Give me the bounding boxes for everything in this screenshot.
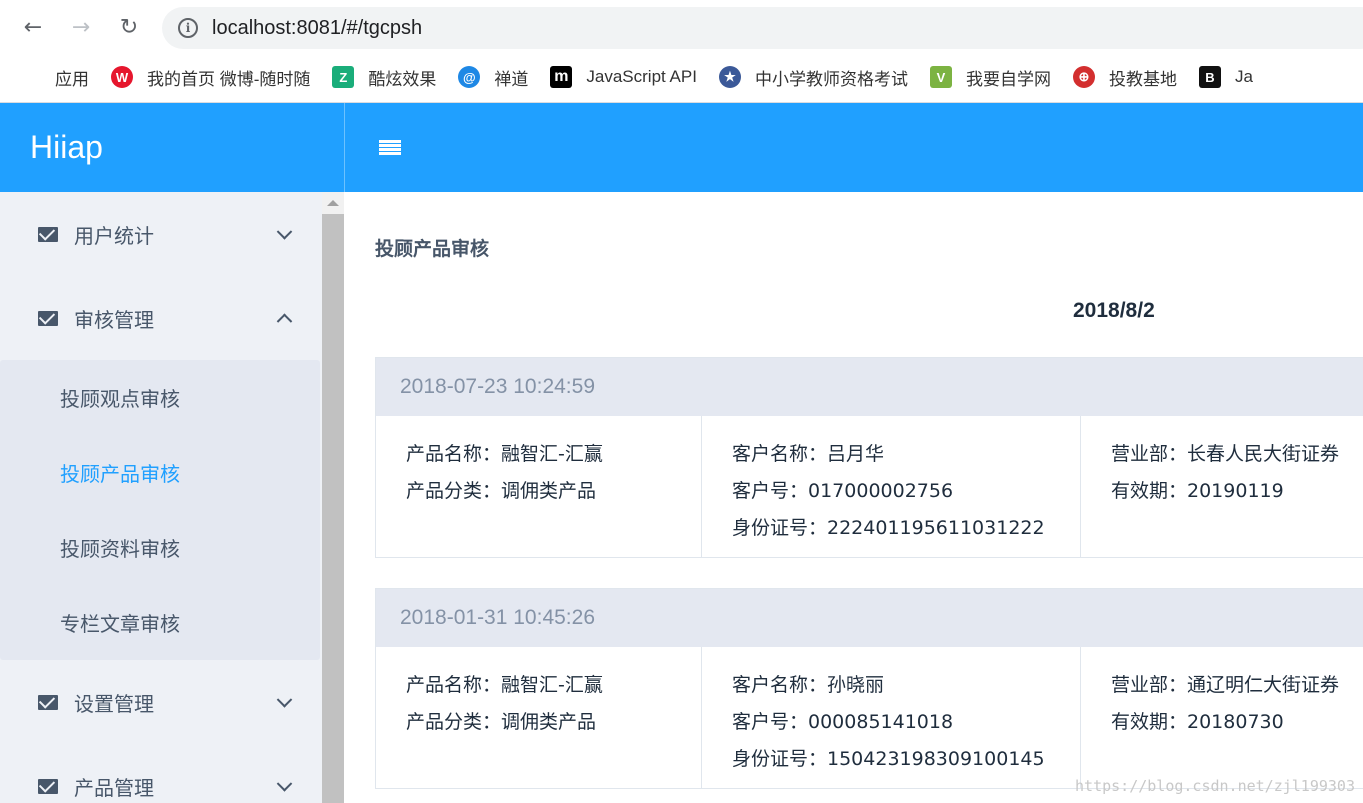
bookmark-zixue[interactable]: V 我要自学网 (929, 65, 1051, 90)
sidebar-group-settings[interactable]: 设置管理 (0, 660, 322, 744)
url-text: localhost:8081/#/tgcpsh (212, 16, 423, 39)
back-arrow-icon[interactable]: ← (18, 12, 48, 42)
address-bar[interactable]: i localhost:8081/#/tgcpsh (162, 7, 1363, 49)
card-body: 产品名称：融智汇-汇赢 产品分类：调佣类产品 客户名称：孙晓丽 客户号：0000… (376, 647, 1363, 788)
scroll-thumb[interactable] (322, 214, 344, 803)
zixue-icon: V (929, 66, 952, 88)
validity-date: 有效期：20180730 (1111, 711, 1284, 733)
envelope-icon (38, 778, 58, 794)
sidebar-group-products[interactable]: 产品管理 (0, 744, 322, 803)
page-title: 投顾产品审核 (375, 238, 490, 260)
top-bar (345, 103, 1363, 192)
bookmarks-bar: 应用 W 我的首页 微博-随时随 Z 酷炫效果 @ 禅道 m JavaScrip… (0, 58, 1363, 96)
bookmark-kuxuan[interactable]: Z 酷炫效果 (332, 65, 436, 90)
sidebar-group-label: 产品管理 (74, 775, 154, 800)
sidebar-group-review[interactable]: 审核管理 (0, 276, 322, 360)
validity-date: 有效期：20190119 (1111, 480, 1284, 502)
forward-arrow-icon[interactable]: → (66, 12, 96, 42)
product-name: 产品名称：融智汇-汇赢 (406, 443, 603, 465)
bookmark-teacher-exam[interactable]: ★ 中小学教师资格考试 (718, 65, 908, 90)
sidebar-group-user-stats[interactable]: 用户统计 (0, 192, 322, 276)
reload-icon[interactable]: ↻ (114, 12, 144, 42)
product-category: 产品分类：调佣类产品 (406, 711, 597, 733)
date-heading: 2018/8/2 (1073, 299, 1155, 322)
chevron-down-icon (276, 224, 293, 240)
chevron-down-icon (276, 776, 293, 792)
bookmark-toujiao[interactable]: ⊕ 投教基地 (1072, 65, 1177, 90)
b-icon: B (1198, 66, 1221, 88)
sidebar-item-product-review[interactable]: 投顾产品审核 (0, 435, 320, 510)
m-icon: m (550, 66, 573, 88)
id-number: 身份证号：150423198309100145 (732, 748, 1045, 770)
customer-info-column: 客户名称：吕月华 客户号：017000002756 身份证号：222401195… (702, 416, 1081, 557)
sidebar-item-material-review[interactable]: 投顾资料审核 (0, 510, 320, 585)
envelope-icon (38, 226, 58, 242)
bookmark-zentao[interactable]: @ 禅道 (458, 65, 528, 90)
info-icon[interactable]: i (178, 18, 198, 38)
sidebar-group-label: 用户统计 (74, 223, 154, 248)
bookmark-label: 应用 (55, 69, 89, 89)
sidebar-scrollbar[interactable] (322, 192, 344, 803)
bookmark-label: JavaScript API (586, 67, 697, 86)
sidebar-item-article-review[interactable]: 专栏文章审核 (0, 585, 320, 660)
product-category: 产品分类：调佣类产品 (406, 480, 597, 502)
review-submenu: 投顾观点审核 投顾产品审核 投顾资料审核 专栏文章审核 (0, 360, 320, 660)
chevron-down-icon (276, 692, 293, 708)
exam-seal-icon: ★ (718, 66, 741, 88)
zentao-icon: @ (458, 66, 481, 88)
hamburger-menu-icon[interactable] (379, 139, 401, 156)
sidebar-group-label: 设置管理 (74, 691, 154, 716)
main-content: 投顾产品审核 2018/8/2 2018-07-23 10:24:59 产品名称… (345, 192, 1363, 803)
card-timestamp: 2018-01-31 10:45:26 (376, 589, 1363, 647)
bookmark-label: 我的首页 微博-随时随 (147, 69, 311, 89)
customer-name: 客户名称：孙晓丽 (732, 674, 885, 696)
branch-info-column: 营业部：长春人民大街证券 有效期：20190119 (1081, 416, 1363, 557)
scroll-up-arrow-icon[interactable] (327, 200, 339, 206)
bookmark-label: 中小学教师资格考试 (754, 69, 908, 89)
card-body: 产品名称：融智汇-汇赢 产品分类：调佣类产品 客户名称：吕月华 客户号：0170… (376, 416, 1363, 557)
branch-name: 营业部：通辽明仁大街证券 (1111, 674, 1340, 696)
bookmark-label: 我要自学网 (965, 69, 1051, 89)
customer-number: 客户号：017000002756 (732, 480, 954, 502)
bookmark-weibo[interactable]: W 我的首页 微博-随时随 (111, 65, 310, 90)
card-timestamp: 2018-07-23 10:24:59 (376, 358, 1363, 416)
sidebar: 用户统计 审核管理 投顾观点审核 投顾产品审核 投顾资料审核 专栏文章审核 设置… (0, 192, 322, 803)
branch-name: 营业部：长春人民大街证券 (1111, 443, 1340, 465)
brand-title: Hiiap (30, 129, 103, 165)
kuxuan-icon: Z (332, 66, 355, 88)
envelope-icon (38, 310, 58, 326)
envelope-icon (38, 694, 58, 710)
browser-toolbar: ← → ↻ i localhost:8081/#/tgcpsh 应用 W 我的首… (0, 0, 1363, 103)
bookmark-label: Ja (1234, 67, 1253, 86)
customer-info-column: 客户名称：孙晓丽 客户号：000085141018 身份证号：150423198… (702, 647, 1081, 788)
bookmark-label: 禅道 (494, 69, 529, 89)
sidebar-item-opinion-review[interactable]: 投顾观点审核 (0, 360, 320, 435)
bookmark-label: 投教基地 (1108, 69, 1177, 89)
bookmark-b[interactable]: B Ja (1198, 66, 1253, 88)
brand-logo[interactable]: Hiiap (0, 103, 344, 192)
review-card[interactable]: 2018-07-23 10:24:59 产品名称：融智汇-汇赢 产品分类：调佣类… (375, 357, 1363, 558)
review-card[interactable]: 2018-01-31 10:45:26 产品名称：融智汇-汇赢 产品分类：调佣类… (375, 588, 1363, 789)
toujiao-icon: ⊕ (1072, 66, 1095, 88)
product-info-column: 产品名称：融智汇-汇赢 产品分类：调佣类产品 (376, 647, 702, 788)
customer-name: 客户名称：吕月华 (732, 443, 885, 465)
branch-info-column: 营业部：通辽明仁大街证券 有效期：20180730 (1081, 647, 1363, 788)
sidebar-group-label: 审核管理 (74, 307, 154, 332)
watermark: https://blog.csdn.net/zjl199303 (1075, 777, 1355, 795)
customer-number: 客户号：000085141018 (732, 711, 954, 733)
apps-grid-icon (22, 68, 41, 87)
bookmark-apps[interactable]: 应用 (22, 65, 89, 90)
bookmark-javascript-api[interactable]: m JavaScript API (550, 66, 697, 88)
chevron-up-icon (276, 313, 293, 330)
product-info-column: 产品名称：融智汇-汇赢 产品分类：调佣类产品 (376, 416, 702, 557)
weibo-icon: W (111, 66, 133, 88)
bookmark-label: 酷炫效果 (368, 69, 437, 89)
product-name: 产品名称：融智汇-汇赢 (406, 674, 603, 696)
id-number: 身份证号：222401195611031222 (732, 517, 1045, 539)
